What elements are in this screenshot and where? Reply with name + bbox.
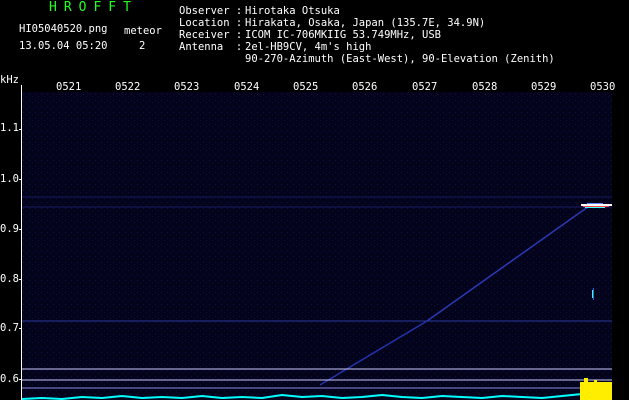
spectrogram-plot [22, 92, 612, 400]
freq-label: 0.8 [0, 273, 19, 285]
antenna-value-2: 90-270-Azimuth (East-West), 90-Elevation… [245, 53, 555, 65]
observer-label: Observer : [179, 5, 243, 17]
freq-label: 0.9 [0, 223, 19, 235]
observer-value: Hirotaka Otsuka [245, 5, 340, 17]
filename: HI05040520.png [19, 23, 108, 35]
receiver-label: Receiver : [179, 29, 243, 41]
event-count: 2 [139, 40, 146, 52]
location-label: Location : [179, 17, 243, 29]
freq-unit-label: kHz [0, 74, 19, 86]
brand-title: HROFFT [49, 0, 138, 15]
freq-label: 0.6 [0, 373, 19, 385]
freq-label: 1.1 [0, 122, 19, 134]
receiver-value: ICOM IC-706MKIIG 53.749MHz, USB [245, 29, 441, 41]
antenna-value: 2el-HB9CV, 4m's high [245, 41, 372, 53]
freq-label: 1.0 [0, 173, 19, 185]
antenna-label: Antenna : [179, 41, 243, 53]
event-label: meteor [124, 25, 162, 37]
datetime: 13.05.04 05:20 [19, 40, 108, 52]
noise-background [22, 92, 612, 400]
location-value: Hirakata, Osaka, Japan (135.7E, 34.9N) [245, 17, 486, 29]
spectrogram-canvas [22, 92, 612, 400]
freq-label: 0.7 [0, 322, 19, 334]
